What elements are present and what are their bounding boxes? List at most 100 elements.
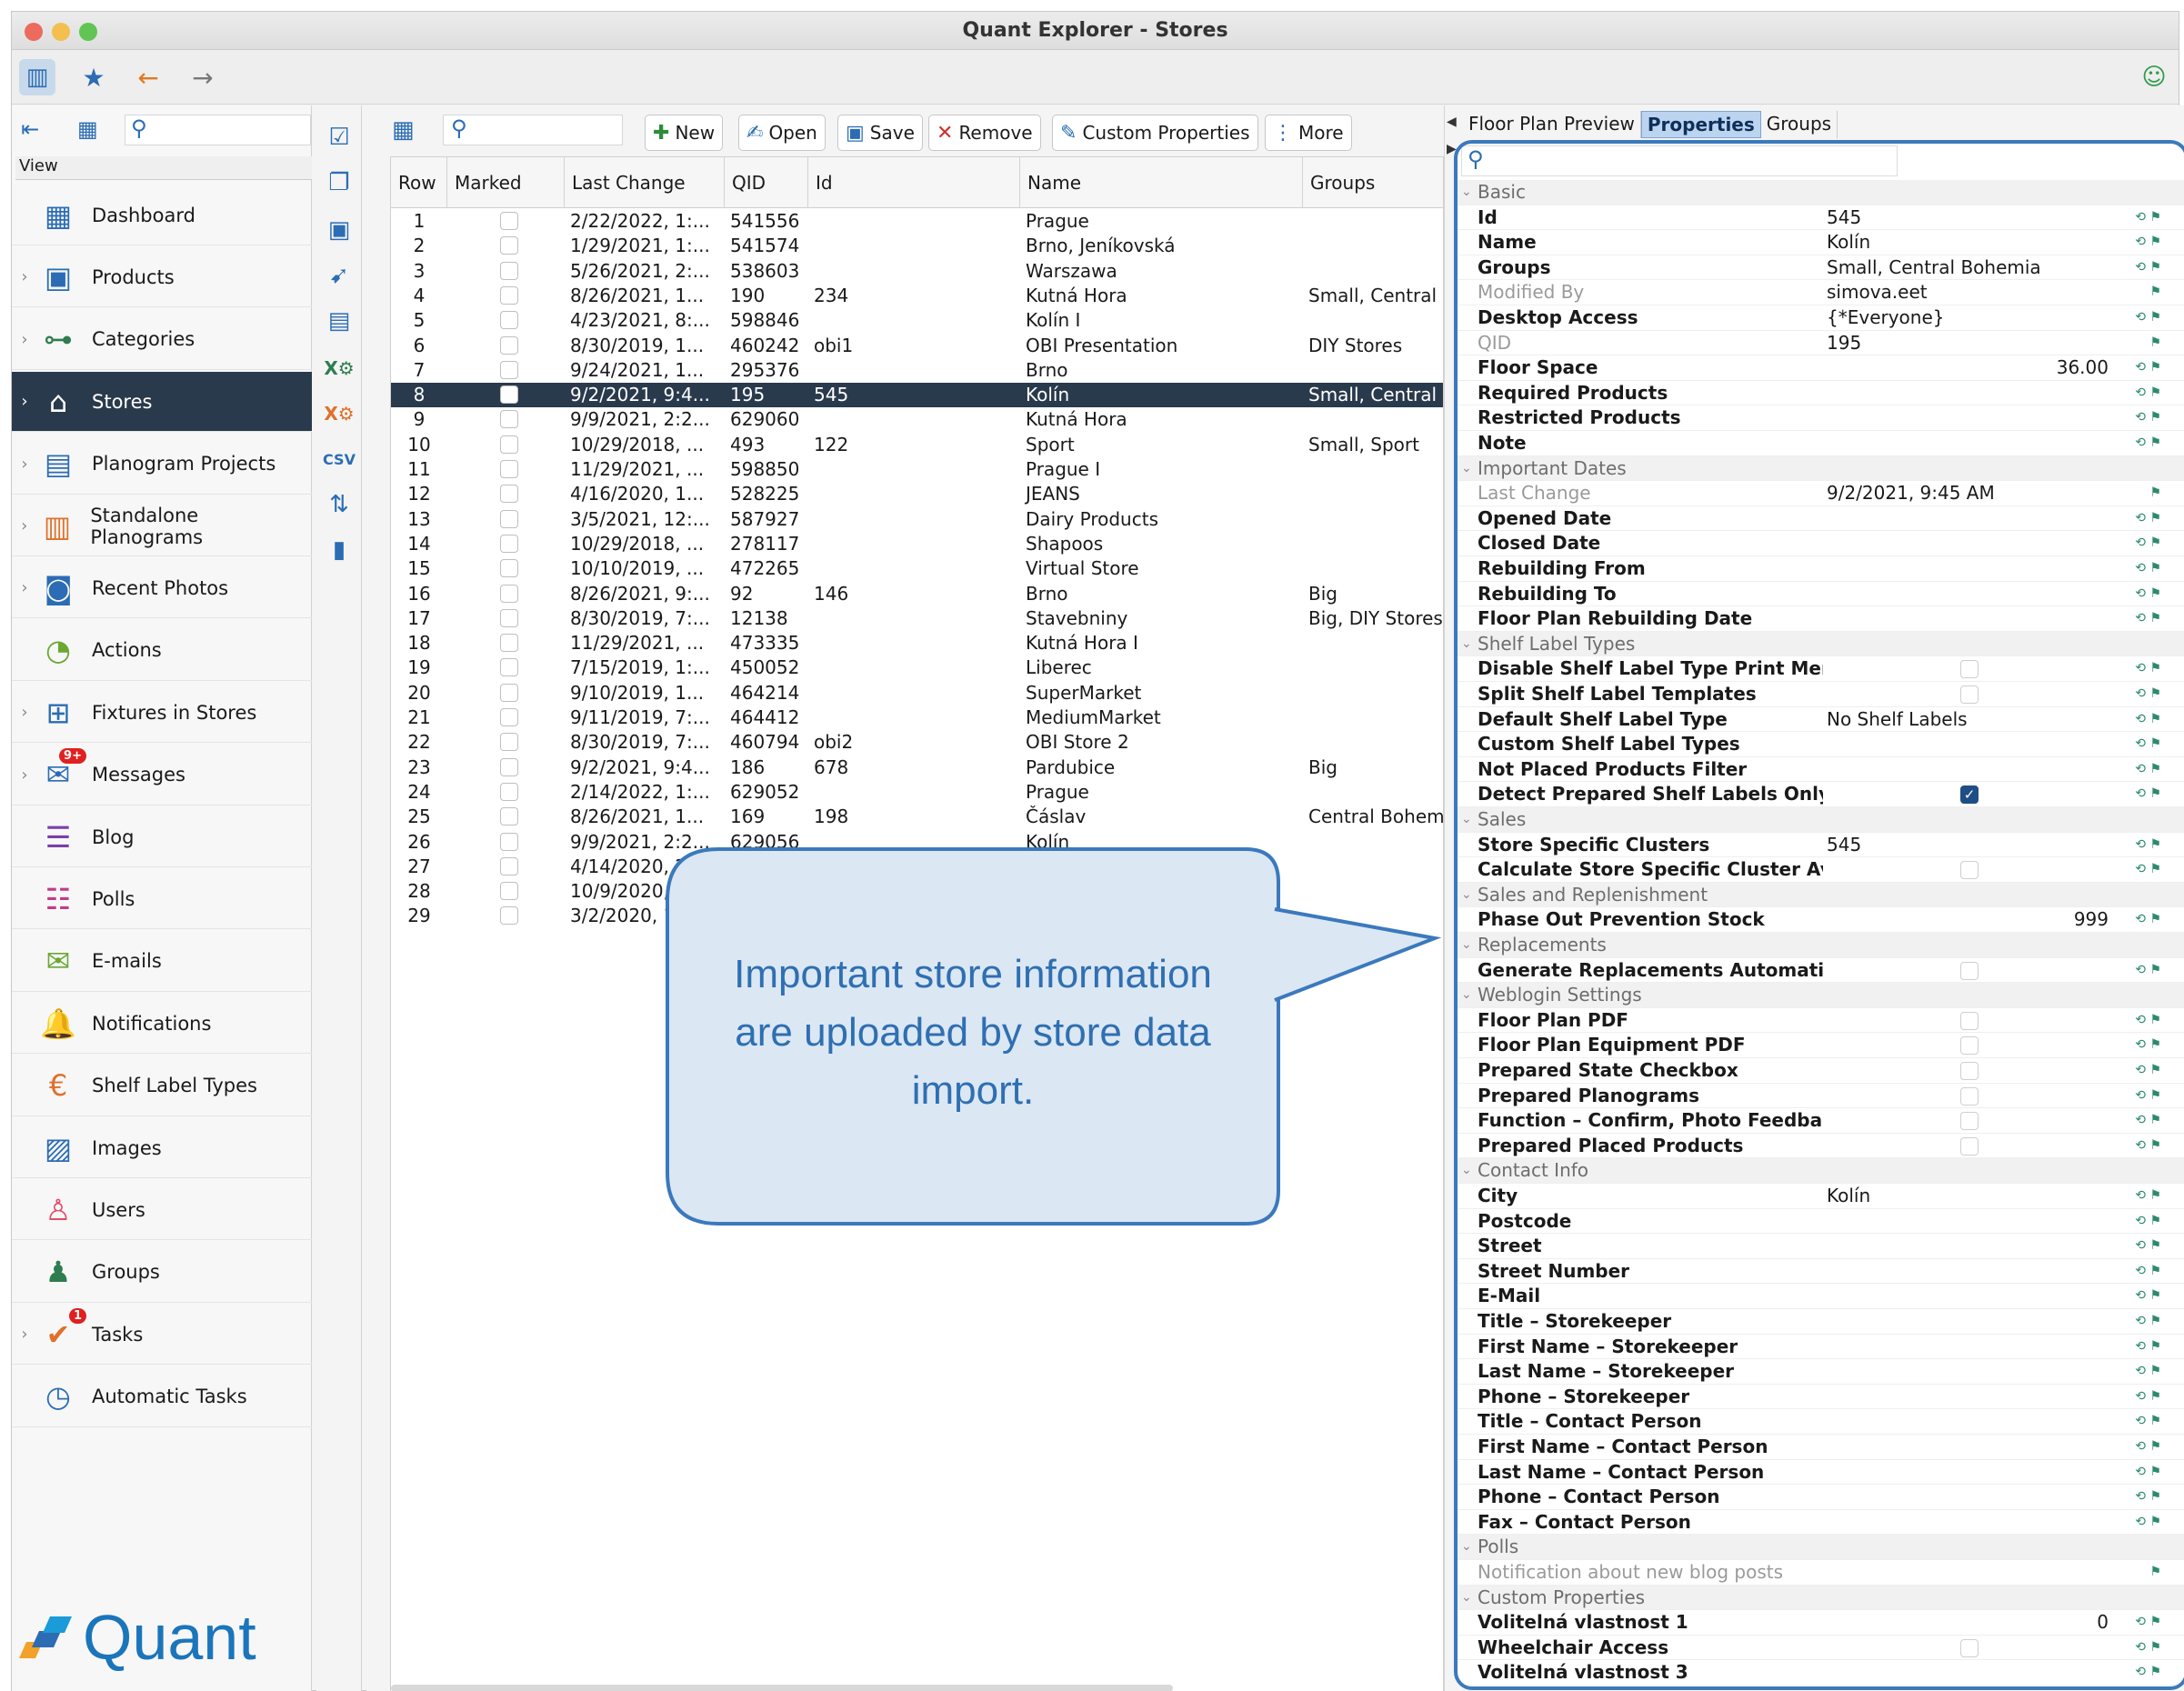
property-actions-icon[interactable]: ⟲ ⚑ [2135,431,2161,455]
property-row[interactable]: First Name – Storekeeper ⟲ ⚑ [1458,1335,2184,1360]
table-row[interactable]: 9 9/9/2021, 2:2... 629060 Kutná Hora [391,407,1443,432]
property-row[interactable]: Opened Date ⟲ ⚑ [1458,506,2184,532]
chevron-down-icon[interactable]: ⌄ [1461,1158,1472,1183]
marked-checkbox[interactable] [499,584,518,603]
property-actions-icon[interactable]: ⟲ ⚑ [2135,707,2161,732]
table-view-icon[interactable]: ▦ [77,116,98,142]
property-actions-icon[interactable]: ⟲ ⚑ [2135,1108,2161,1133]
sidebar-item-notifications[interactable]: 🔔 Notifications [12,994,312,1055]
property-section[interactable]: ⌄ Weblogin Settings [1458,983,2184,1008]
marked-checkbox[interactable] [499,385,518,405]
property-section[interactable]: ⌄ Important Dates [1458,455,2184,482]
marked-checkbox[interactable] [499,807,518,826]
marked-checkbox[interactable] [499,906,518,926]
property-actions-icon[interactable]: ⟲ ⚑ [2135,606,2161,631]
excel-import-icon[interactable]: X⚙ [322,396,356,431]
property-row[interactable]: Desktop Access {*Everyone} ⟲ ⚑ [1458,305,2184,331]
property-value[interactable]: 999 [2074,907,2109,932]
property-row[interactable]: Phone – Storekeeper ⟲ ⚑ [1458,1385,2184,1410]
property-actions-icon[interactable]: ⟲ ⚑ [2135,1610,2161,1635]
property-checkbox[interactable] [1960,1112,1979,1131]
chevron-down-icon[interactable]: ⌄ [1461,883,1472,907]
table-row[interactable]: 4 8/26/2021, 1... 190 234 Kutná Hora Small, C… [391,284,1443,308]
marked-checkbox[interactable] [499,236,518,255]
chevron-right-icon[interactable]: › [12,1325,37,1344]
marked-checkbox[interactable] [499,733,518,752]
property-actions-icon[interactable]: ⟲ ⚑ [2135,255,2161,280]
property-actions-icon[interactable]: ⟲ ⚑ [2135,1058,2161,1083]
property-actions-icon[interactable]: ⟲ ⚑ [2135,1234,2161,1258]
property-row[interactable]: Volitelná vlastnost 3 ⟲ ⚑ [1458,1660,2184,1686]
property-checkbox[interactable] [1960,961,1979,980]
property-row[interactable]: Prepared State Checkbox ⟲ ⚑ [1458,1058,2184,1084]
chevron-right-icon[interactable]: › [12,516,36,535]
table-row[interactable]: 20 9/10/2019, 1... 464214 SuperMarket [391,681,1443,705]
property-checkbox[interactable] [1960,1062,1979,1080]
property-checkbox[interactable] [1960,685,1979,704]
property-checkbox[interactable] [1960,660,1979,679]
property-actions-icon[interactable]: ⟲ ⚑ [2135,381,2161,405]
property-row[interactable]: Title – Storekeeper ⟲ ⚑ [1458,1309,2184,1335]
property-actions-icon[interactable]: ⟲ ⚑ [2135,1134,2161,1158]
navigation-search-input[interactable]: ⚲ [125,115,311,145]
property-row[interactable]: Fax – Contact Person ⟲ ⚑ [1458,1510,2184,1536]
property-row[interactable]: Prepared Placed Products ⟲ ⚑ [1458,1134,2184,1159]
column-header-name[interactable]: Name [1020,157,1303,208]
tab-floor-plan-preview[interactable]: Floor Plan Preview [1463,111,1641,138]
property-row[interactable]: Restricted Products ⟲ ⚑ [1458,405,2184,431]
property-row[interactable]: Default Shelf Label Type No Shelf Labels ⟲… [1458,707,2184,733]
property-row[interactable]: City Kolín ⟲ ⚑ [1458,1184,2184,1209]
property-actions-icon[interactable]: ⟲ ⚑ [2135,656,2161,681]
property-row[interactable]: E-Mail ⟲ ⚑ [1458,1284,2184,1309]
property-actions-icon[interactable]: ⟲ ⚑ [2135,1460,2161,1485]
property-actions-icon[interactable]: ⟲ ⚑ [2135,1184,2161,1208]
property-row[interactable]: Function – Confirm, Photo Feedba... ⟲ ⚑ [1458,1108,2184,1134]
property-row[interactable]: Calculate Store Specific Cluster Av... ⟲ … [1458,857,2184,883]
property-actions-icon[interactable]: ⟲ ⚑ [2135,1084,2161,1108]
property-actions-icon[interactable]: ⟲ ⚑ [2135,1033,2161,1057]
property-actions-icon[interactable]: ⟲ ⚑ [2135,1259,2161,1284]
column-header-row[interactable]: Row [391,157,447,208]
property-actions-icon[interactable]: ⟲ ⚑ [2135,907,2161,932]
table-row[interactable]: 2 1/29/2021, 1:... 541574 Brno, Jeníkovská [391,234,1443,258]
property-row[interactable]: Phone – Contact Person ⟲ ⚑ [1458,1485,2184,1510]
chevron-right-icon[interactable]: › [12,330,37,349]
property-section[interactable]: ⌄ Contact Info [1458,1158,2184,1184]
arrow-right-icon[interactable]: → [185,59,221,95]
marked-checkbox[interactable] [499,708,518,726]
marked-checkbox[interactable] [499,559,518,578]
property-actions-icon[interactable]: ⟲ ⚑ [2135,782,2161,806]
property-row[interactable]: Store Specific Clusters 545 ⟲ ⚑ [1458,833,2184,858]
property-actions-icon[interactable]: ⚑ [2134,1560,2161,1585]
chart-icon[interactable]: ▮ [322,533,356,567]
sidebar-item-planogram-projects[interactable]: › ▤ Planogram Projects [12,435,312,495]
more-button[interactable]: ⋮ More [1265,115,1352,151]
table-row[interactable]: 13 3/5/2021, 12:... 587927 Dairy Products [391,507,1443,532]
property-row[interactable]: Street Number ⟲ ⚑ [1458,1259,2184,1285]
property-section[interactable]: ⌄ Sales [1458,807,2184,833]
property-checkbox[interactable] [1960,861,1979,880]
remove-button[interactable]: ✕ Remove [928,115,1041,151]
sidebar-item-products[interactable]: › ▣ Products [12,247,312,308]
property-row[interactable]: Rebuilding From ⟲ ⚑ [1458,556,2184,582]
property-row[interactable]: Detect Prepared Shelf Labels Only ... ✓ ⟲ … [1458,782,2184,807]
property-actions-icon[interactable]: ⟲ ⚑ [2135,857,2161,882]
marked-checkbox[interactable] [499,832,518,851]
property-actions-icon[interactable]: ⟲ ⚑ [2135,405,2161,430]
property-section[interactable]: ⌄ Shelf Label Types [1458,631,2184,657]
chevron-down-icon[interactable]: ⌄ [1461,983,1472,1007]
table-row[interactable]: 15 10/10/2019, ... 472265 Virtual Store [391,556,1443,581]
marked-checkbox[interactable] [499,311,518,330]
property-actions-icon[interactable]: ⟲ ⚑ [2135,1409,2161,1434]
chevron-down-icon[interactable]: ⌄ [1461,1586,1472,1610]
marked-checkbox[interactable] [499,782,518,801]
property-actions-icon[interactable]: ⟲ ⚑ [2135,1284,2161,1308]
chevron-right-icon[interactable]: › [12,703,37,722]
property-row[interactable]: Split Shelf Label Templates ⟲ ⚑ [1458,682,2184,707]
sidebar-item-e-mails[interactable]: ✉ E-mails [12,932,312,992]
property-actions-icon[interactable]: ⟲ ⚑ [2135,958,2161,983]
chevron-down-icon[interactable]: ⌄ [1461,632,1472,656]
property-row[interactable]: Disable Shelf Label Type Print Mer... ⟲ ⚑ [1458,656,2184,682]
sidebar-item-images[interactable]: ▨ Images [12,1118,312,1178]
property-row[interactable]: Floor Plan Equipment PDF ⟲ ⚑ [1458,1033,2184,1058]
